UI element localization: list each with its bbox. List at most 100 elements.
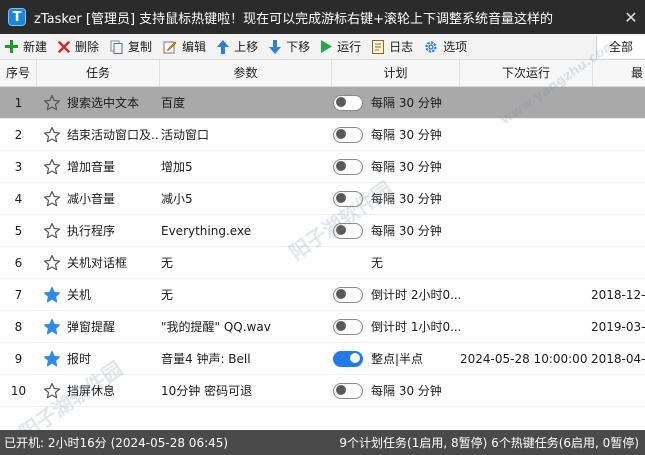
task-name: 关机对话框 — [67, 256, 128, 270]
plan-text: 每隔 30 分钟 — [371, 96, 442, 110]
task-param: "我的提醒" QQ.wav — [161, 320, 271, 334]
last-run: 2018-04- — [591, 351, 645, 366]
star-icon[interactable] — [37, 158, 67, 176]
star-icon[interactable] — [37, 94, 67, 112]
table-row[interactable]: 4 减小音量 减小5 每隔 30 分钟 — [0, 183, 645, 215]
task-param: 减小5 — [161, 192, 193, 206]
task-plan: 倒计时 1小时0... — [332, 318, 460, 335]
enable-toggle[interactable] — [333, 222, 363, 239]
column-header-task[interactable]: 任务 — [37, 60, 160, 86]
column-header-param[interactable]: 参数 — [160, 60, 332, 86]
task-param: 10分钟 密码可退 — [161, 384, 253, 398]
move-down-button-label: 下移 — [286, 40, 311, 54]
uptime-status: 已开机: 2小时16分 (2024-05-28 06:45) — [4, 436, 229, 450]
move-down-button[interactable]: 下移 — [264, 35, 316, 59]
task-plan: 倒计时 2小时0... — [332, 286, 460, 303]
column-header-next-run[interactable]: 下次运行 — [460, 60, 593, 86]
star-icon[interactable] — [37, 286, 67, 304]
enable-toggle[interactable] — [333, 350, 363, 367]
plan-text: 每隔 30 分钟 — [371, 128, 442, 142]
close-window-button[interactable]: ✕ — [617, 8, 645, 27]
window-title: zTasker [管理员] 支持鼠标热键啦！现在可以完成游标右键+滚轮上下调整系… — [34, 11, 554, 27]
title-bar: T zTasker [管理员] 支持鼠标热键啦！现在可以完成游标右键+滚轮上下调… — [0, 0, 645, 34]
table-row[interactable]: 5 执行程序 Everything.exe 每隔 30 分钟 — [0, 215, 645, 247]
column-header-no[interactable]: 序号 — [0, 60, 37, 86]
enable-toggle[interactable] — [333, 382, 363, 399]
table-row[interactable]: 2 结束活动窗口及... 活动窗口 每隔 30 分钟 — [0, 119, 645, 151]
task-name: 结束活动窗口及... — [67, 128, 160, 142]
plan-text: 整点|半点 — [371, 352, 424, 366]
column-header-plan[interactable]: 计划 — [332, 60, 460, 86]
play-icon — [321, 40, 333, 53]
edit-button-label: 编辑 — [182, 40, 207, 54]
copy-button[interactable]: 复制 — [105, 35, 158, 59]
toolbar: 新建 删除 复制 编辑 上移 下移 运行 日志 选项 全部 — [0, 34, 645, 60]
star-icon[interactable] — [37, 318, 67, 336]
row-number: 9 — [14, 351, 23, 366]
task-plan: 每隔 30 分钟 — [332, 190, 460, 207]
star-icon[interactable] — [37, 126, 67, 144]
task-plan: 无 — [332, 254, 460, 271]
arrow-up-icon — [217, 39, 230, 54]
task-param: 无 — [161, 288, 174, 302]
star-icon[interactable] — [37, 350, 67, 368]
table-row[interactable]: 9 报时 音量4 钟声: Bell 整点|半点 2024-05-28 10:00… — [0, 343, 645, 375]
table-row[interactable]: 3 增加音量 增加5 每隔 30 分钟 — [0, 151, 645, 183]
task-name: 增加音量 — [67, 160, 116, 174]
task-plan: 每隔 30 分钟 — [332, 222, 460, 239]
task-name: 搜索选中文本 — [67, 96, 140, 110]
status-bar: 已开机: 2小时16分 (2024-05-28 06:45) 9个计划任务(1启… — [0, 430, 645, 455]
next-run: 2024-05-28 10:00:00 — [460, 351, 588, 366]
move-up-button[interactable]: 上移 — [212, 35, 264, 59]
enable-toggle[interactable] — [333, 190, 363, 207]
last-run: 2018-12- — [591, 287, 645, 302]
plan-text: 每隔 30 分钟 — [371, 224, 442, 238]
task-summary-status: 9个计划任务(1启用, 8暂停) 6个热键任务(6启用, 0暂停) — [339, 436, 639, 450]
task-param: 活动窗口 — [161, 128, 210, 142]
star-icon[interactable] — [37, 190, 67, 208]
task-name: 报时 — [67, 352, 92, 366]
options-button[interactable]: 选项 — [419, 35, 473, 59]
last-run: 2019-03- — [591, 319, 645, 334]
task-plan: 每隔 30 分钟 — [332, 126, 460, 143]
task-plan: 整点|半点 — [332, 350, 460, 367]
delete-x-icon — [58, 40, 70, 53]
task-plan: 每隔 30 分钟 — [332, 158, 460, 175]
task-name: 执行程序 — [67, 224, 116, 238]
plan-text: 每隔 30 分钟 — [371, 160, 442, 174]
delete-button-label: 删除 — [75, 40, 100, 54]
plan-text: 每隔 30 分钟 — [371, 192, 442, 206]
enable-toggle[interactable] — [333, 158, 363, 175]
enable-toggle[interactable] — [333, 126, 363, 143]
task-name: 挡屏休息 — [67, 384, 116, 398]
enable-toggle[interactable] — [333, 318, 363, 335]
enable-toggle[interactable] — [333, 286, 363, 303]
row-number: 4 — [14, 191, 23, 206]
table-header: 序号 任务 参数 计划 下次运行 最 — [0, 60, 645, 87]
table-row[interactable]: 10 挡屏休息 10分钟 密码可退 每隔 30 分钟 — [0, 375, 645, 407]
star-icon[interactable] — [37, 382, 67, 400]
plan-text: 无 — [371, 256, 384, 270]
task-param: 音量4 钟声: Bell — [161, 352, 251, 366]
delete-button[interactable]: 删除 — [53, 35, 105, 59]
column-header-last[interactable]: 最 — [593, 60, 645, 86]
arrow-down-icon — [269, 39, 282, 54]
enable-toggle[interactable] — [333, 94, 363, 111]
task-param: Everything.exe — [161, 223, 252, 238]
app-logo-icon: T — [8, 8, 26, 26]
star-icon[interactable] — [37, 222, 67, 240]
star-icon[interactable] — [37, 254, 67, 272]
new-button[interactable]: 新建 — [0, 35, 53, 59]
run-button[interactable]: 运行 — [316, 35, 367, 59]
copy-button-label: 复制 — [128, 40, 153, 54]
edit-button[interactable]: 编辑 — [158, 35, 212, 59]
table-row[interactable]: 1 搜索选中文本 百度 每隔 30 分钟 — [0, 87, 645, 119]
table-row[interactable]: 7 关机 无 倒计时 2小时0... 2018-12- — [0, 279, 645, 311]
log-button-label: 日志 — [389, 40, 414, 54]
table-row[interactable]: 6 关机对话框 无 无 — [0, 247, 645, 279]
row-number: 8 — [14, 319, 23, 334]
filter-all-tab[interactable]: 全部 — [595, 35, 645, 58]
log-button[interactable]: 日志 — [367, 35, 419, 59]
plan-text: 每隔 30 分钟 — [371, 384, 442, 398]
table-row[interactable]: 8 弹窗提醒 "我的提醒" QQ.wav 倒计时 1小时0... 2019-03… — [0, 311, 645, 343]
